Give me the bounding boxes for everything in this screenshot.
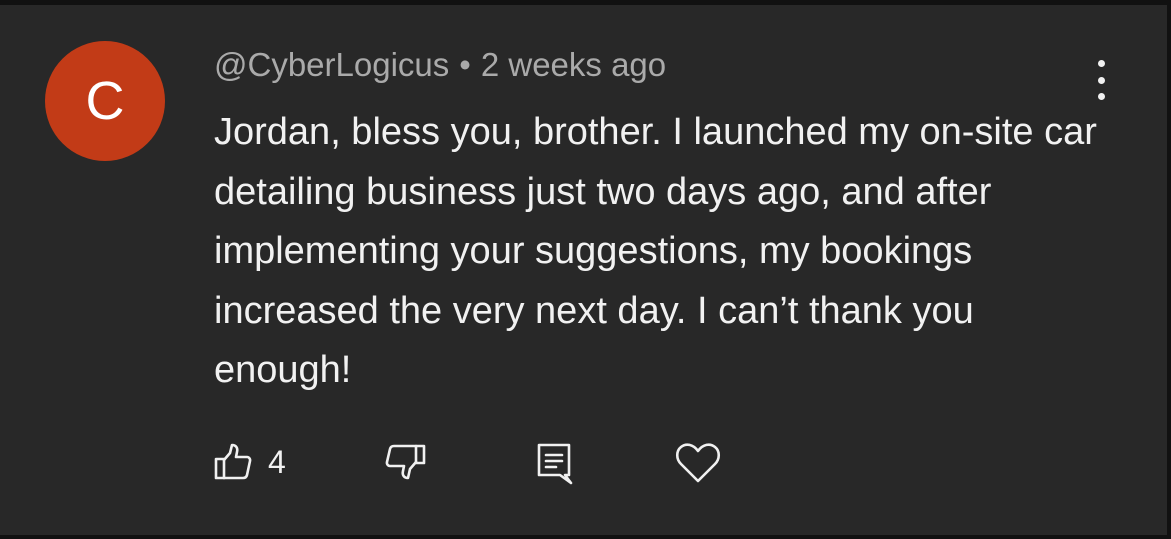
- like-count: 4: [268, 444, 286, 480]
- thumbs-up-icon: [214, 443, 252, 480]
- like-button[interactable]: 4: [214, 443, 286, 481]
- avatar[interactable]: C: [45, 41, 165, 161]
- avatar-initial: C: [85, 71, 125, 131]
- heart-button[interactable]: [675, 442, 721, 484]
- comment-card: C @CyberLogicus • 2 weeks ago Jordan, bles…: [0, 5, 1167, 535]
- reply-comment-icon: [537, 443, 573, 485]
- thumbs-down-icon: [385, 444, 426, 480]
- comment-text: Jordan, bless you, brother. I launched m…: [214, 111, 1097, 391]
- username[interactable]: @CyberLogicus: [214, 46, 449, 83]
- heart-icon: [675, 443, 721, 483]
- meta-separator: •: [459, 46, 471, 83]
- more-options-button[interactable]: [1085, 57, 1117, 103]
- comment-header: @CyberLogicus • 2 weeks ago: [214, 44, 666, 86]
- more-vertical-icon: [1097, 60, 1105, 67]
- reply-button[interactable]: [534, 442, 574, 486]
- dislike-button[interactable]: [382, 443, 426, 481]
- timestamp[interactable]: 2 weeks ago: [481, 46, 666, 83]
